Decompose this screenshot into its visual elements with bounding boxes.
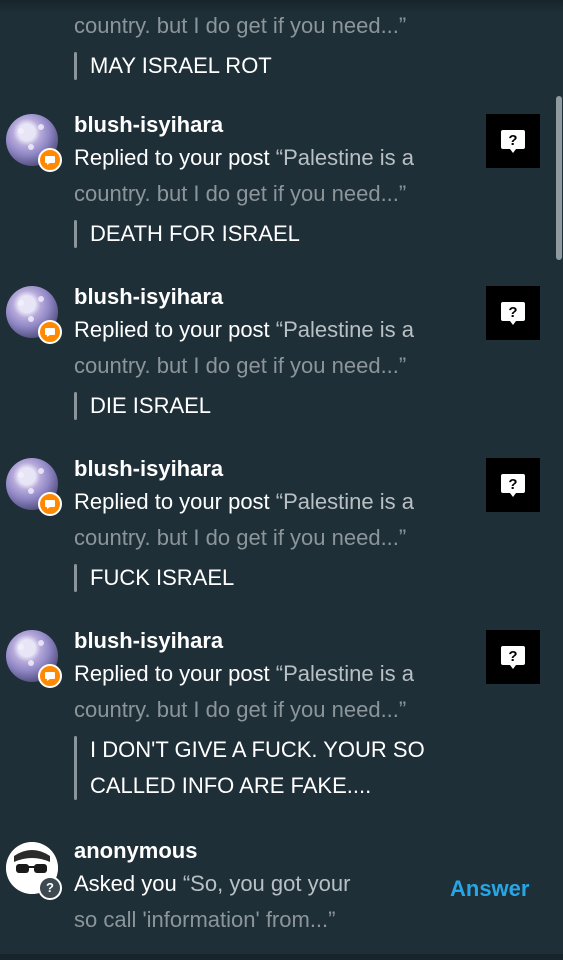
scrollbar[interactable] xyxy=(556,96,562,260)
question-bubble-icon[interactable]: ? xyxy=(486,458,540,512)
quoted-post-snippet: country. but I do get if you need...” xyxy=(74,13,407,38)
speech-bubble-icon xyxy=(38,320,62,344)
reply-text: DIE ISRAEL xyxy=(90,393,212,418)
notification-content: blush-isyihara Replied to your post “Pal… xyxy=(74,626,474,804)
speech-bubble-icon xyxy=(38,148,62,172)
ask-content: anonymous Asked you “So, you got your so… xyxy=(74,836,474,938)
action-text: Replied to your post xyxy=(74,317,270,342)
reply-text: FUCK ISRAEL xyxy=(90,565,235,590)
notification-line: Replied to your post “Palestine is a xyxy=(74,140,474,176)
username[interactable]: blush-isyihara xyxy=(74,110,474,140)
quoted-post-start: “Palestine is a xyxy=(275,661,414,686)
speech-bubble-icon xyxy=(38,492,62,516)
question-bubble-icon[interactable]: ? xyxy=(486,630,540,684)
reply-quote: FUCK ISRAEL xyxy=(74,560,474,596)
action-text: Replied to your post xyxy=(74,661,270,686)
reply-text: MAY ISRAEL ROT xyxy=(90,53,272,78)
reply-text: CALLED INFO ARE FAKE.... xyxy=(90,773,372,798)
quoted-post-end: country. but I do get if you need...” xyxy=(74,181,407,206)
quoted-post-start: “Palestine is a xyxy=(275,317,414,342)
notification-content: blush-isyihara Replied to your post “Pal… xyxy=(74,110,474,252)
notification-line: Replied to your post “Palestine is a xyxy=(74,312,474,348)
quoted-post-end: country. but I do get if you need...” xyxy=(74,697,407,722)
partial-notification[interactable]: country. but I do get if you need...” MA… xyxy=(74,8,474,84)
svg-text:?: ? xyxy=(508,304,517,321)
username: anonymous xyxy=(74,838,198,863)
reply-quote: I DON'T GIVE A FUCK. YOUR SO CALLED INFO… xyxy=(74,732,474,804)
action-text: Asked you xyxy=(74,871,177,896)
reply-quote: DIE ISRAEL xyxy=(74,388,474,424)
svg-text:?: ? xyxy=(508,476,517,493)
activity-screen: country. but I do get if you need...” MA… xyxy=(0,0,563,960)
username[interactable]: blush-isyihara xyxy=(74,626,474,656)
action-text: Replied to your post xyxy=(74,489,270,514)
question-icon: ? xyxy=(38,876,62,900)
svg-text:?: ? xyxy=(508,132,517,149)
question-bubble-icon[interactable]: ? xyxy=(486,286,540,340)
reply-quote: DEATH FOR ISRAEL xyxy=(74,216,474,252)
quoted-post-start: “Palestine is a xyxy=(275,489,414,514)
answer-button[interactable]: Answer xyxy=(450,874,529,904)
quoted-post-end: country. but I do get if you need...” xyxy=(74,525,407,550)
username[interactable]: blush-isyihara xyxy=(74,454,474,484)
svg-text:?: ? xyxy=(508,648,517,665)
question-bubble-icon[interactable]: ? xyxy=(486,114,540,168)
notification-content: blush-isyihara Replied to your post “Pal… xyxy=(74,282,474,424)
notification-line: Replied to your post “Palestine is a xyxy=(74,484,474,520)
bottom-edge xyxy=(0,954,563,960)
ask-line: Asked you “So, you got your xyxy=(74,866,474,902)
quoted-post-end: country. but I do get if you need...” xyxy=(74,353,407,378)
action-text: Replied to your post xyxy=(74,145,270,170)
ask-question-start: “So, you got your xyxy=(182,871,351,896)
username[interactable]: blush-isyihara xyxy=(74,282,474,312)
reply-text: I DON'T GIVE A FUCK. YOUR SO xyxy=(90,737,425,762)
quoted-post-start: “Palestine is a xyxy=(275,145,414,170)
speech-bubble-icon xyxy=(38,664,62,688)
reply-text: DEATH FOR ISRAEL xyxy=(90,221,300,246)
ask-question-end: so call 'information' from...” xyxy=(74,907,336,932)
notification-content: blush-isyihara Replied to your post “Pal… xyxy=(74,454,474,596)
reply-quote: MAY ISRAEL ROT xyxy=(74,48,474,84)
notification-line: Replied to your post “Palestine is a xyxy=(74,656,474,692)
